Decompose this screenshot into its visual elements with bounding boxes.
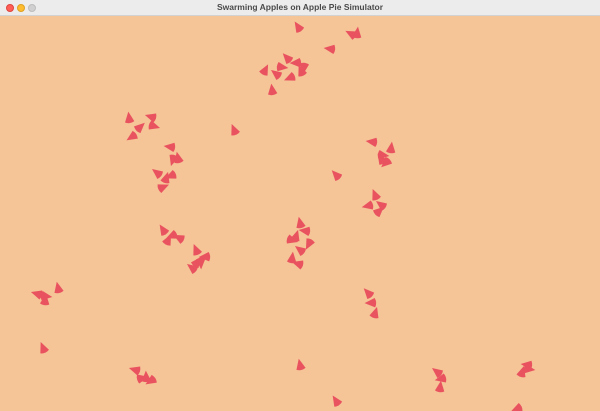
apple-slice-icon: [332, 395, 343, 407]
apple-slice-icon: [284, 72, 296, 81]
apple-slice-icon: [231, 124, 240, 136]
apple-slice-icon: [163, 142, 176, 152]
simulation-canvas[interactable]: [0, 16, 600, 411]
apple-slice-icon: [305, 238, 315, 250]
apple-slice-icon: [159, 224, 170, 236]
apple-slice-icon: [372, 189, 381, 201]
title-bar[interactable]: Swarming Apples on Apple Pie Simulator: [0, 0, 600, 16]
apple-slice-icon: [294, 21, 305, 33]
apple-slice-icon: [126, 130, 138, 141]
apple-slice-icon: [323, 44, 336, 54]
app-window: Swarming Apples on Apple Pie Simulator: [0, 0, 600, 411]
simulation-svg: [30, 21, 536, 411]
apple-slice-icon: [331, 170, 343, 181]
apple-slice-icon: [369, 306, 379, 319]
apple-slice-icon: [435, 380, 445, 393]
apple-slice-icon: [152, 169, 163, 179]
apple-slice-icon: [511, 403, 523, 411]
apple-slice-icon: [296, 358, 306, 371]
apple-slice-icon: [365, 137, 378, 147]
apple-slice-icon: [54, 281, 64, 294]
apple-slice-icon: [268, 83, 278, 96]
apple-slice-icon: [125, 111, 135, 124]
apple-slice-icon: [259, 64, 269, 76]
apple-slice-icon: [363, 288, 375, 299]
apple-slice-icon: [40, 342, 49, 354]
apple-slice-icon: [271, 70, 282, 80]
apple-slice-icon: [295, 246, 306, 256]
apple-slice-icon: [134, 122, 145, 134]
window-title: Swarming Apples on Apple Pie Simulator: [216, 2, 384, 12]
